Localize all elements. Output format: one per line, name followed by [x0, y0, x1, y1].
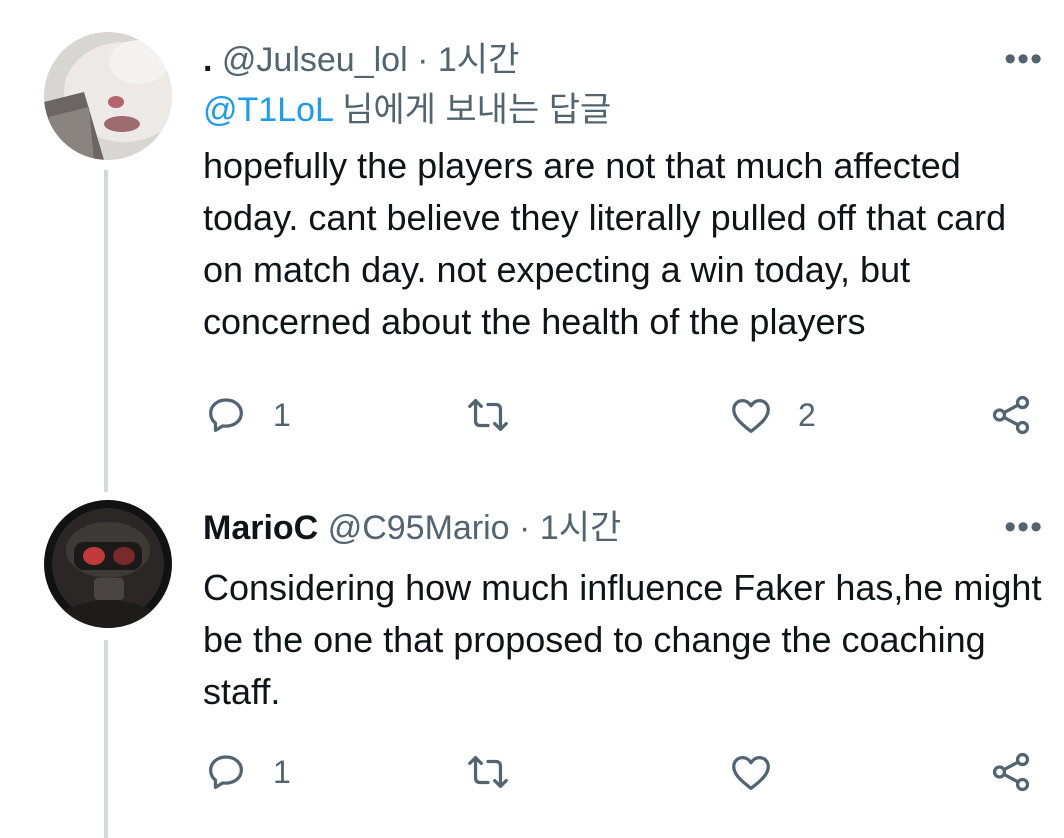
thread-line — [104, 640, 108, 838]
like-icon — [732, 398, 770, 433]
retweet-button[interactable] — [465, 389, 535, 441]
replying-to-label: 님에게 보내는 답글 — [332, 91, 612, 129]
avatar-helmet-image — [44, 500, 172, 628]
tweet-header: . @Julseu_lol · 1시간 — [203, 40, 1043, 80]
avatar[interactable] — [44, 500, 172, 628]
reply-icon — [209, 755, 243, 789]
display-name[interactable]: . — [203, 41, 212, 79]
tweet-actions: 1 — [203, 746, 1043, 798]
share-button[interactable] — [988, 389, 1034, 441]
tweet-1[interactable]: . @Julseu_lol · 1시간 ••• @T1LoL 님에게 보내는 답… — [203, 40, 1043, 348]
avatar-cat-image — [44, 32, 172, 160]
reply-icon — [209, 398, 243, 432]
avatar[interactable] — [44, 32, 172, 160]
reply-count: 1 — [273, 753, 291, 790]
share-button[interactable] — [988, 746, 1034, 798]
timestamp[interactable]: 1시간 — [438, 41, 519, 79]
display-name[interactable]: MarioC — [203, 509, 318, 547]
retweet-icon — [468, 755, 508, 789]
like-button[interactable]: 2 — [728, 389, 816, 441]
tweet-2[interactable]: MarioC @C95Mario · 1시간 ••• Considering h… — [203, 508, 1043, 718]
like-icon — [732, 755, 770, 790]
timestamp[interactable]: 1시간 — [540, 509, 621, 547]
more-icon[interactable]: ••• — [1004, 508, 1043, 547]
more-icon[interactable]: ••• — [1004, 40, 1043, 79]
reply-button[interactable]: 1 — [203, 389, 291, 441]
handle[interactable]: @C95Mario — [328, 509, 510, 547]
tweet-text: hopefully the players are not that much … — [203, 145, 1007, 342]
like-count: 2 — [798, 396, 816, 433]
share-icon — [992, 752, 1030, 792]
retweet-button[interactable] — [465, 746, 535, 798]
replying-to: @T1LoL 님에게 보내는 답글 — [203, 90, 1043, 130]
replying-to-link[interactable]: @T1LoL — [203, 91, 333, 129]
retweet-icon — [468, 398, 508, 432]
tweet-actions: 1 2 — [203, 389, 1043, 441]
handle[interactable]: @Julseu_lol — [222, 41, 408, 79]
separator: · — [519, 509, 531, 547]
reply-count: 1 — [273, 396, 291, 433]
reply-button[interactable]: 1 — [203, 746, 291, 798]
thread-line — [104, 170, 108, 492]
share-icon — [992, 395, 1030, 435]
tweet-text: Considering how much influence Faker has… — [203, 567, 1042, 712]
separator: · — [417, 41, 429, 79]
like-button[interactable] — [728, 746, 798, 798]
tweet-header: MarioC @C95Mario · 1시간 — [203, 508, 1043, 548]
